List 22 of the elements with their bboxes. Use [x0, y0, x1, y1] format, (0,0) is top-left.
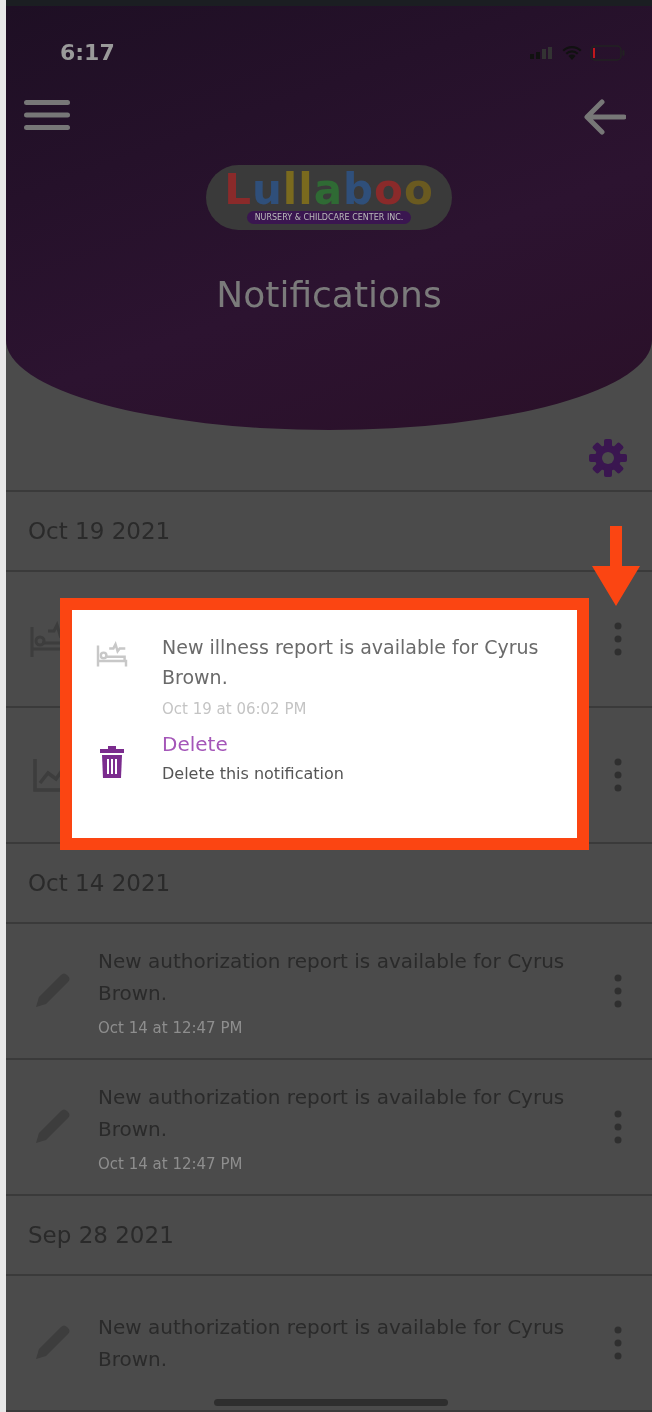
- more-options-icon[interactable]: [614, 1326, 622, 1360]
- logo-tagline: NURSERY & CHILDCARE CENTER INC.: [246, 211, 412, 224]
- notification-time: Oct 14 at 12:47 PM: [98, 1019, 244, 1037]
- signal-icon: [530, 46, 554, 59]
- settings-icon[interactable]: [588, 438, 628, 478]
- down-arrow-icon: [592, 526, 640, 606]
- page-title: Notifications: [216, 274, 442, 315]
- wifi-icon: [562, 45, 582, 60]
- delete-option[interactable]: Delete Delete this notification: [92, 732, 557, 783]
- delete-description: Delete this notification: [162, 764, 344, 783]
- back-arrow-icon[interactable]: [582, 99, 626, 135]
- menu-icon[interactable]: [24, 99, 70, 131]
- more-options-icon[interactable]: [614, 758, 622, 792]
- notification-message: New illness report is available for Cyrus Brown.: [162, 635, 540, 690]
- more-options-icon[interactable]: [614, 974, 622, 1008]
- battery-icon: [590, 44, 626, 61]
- notification-time: Oct 19 at 06:02 PM: [162, 700, 308, 718]
- status-time: 6:17: [60, 40, 115, 65]
- more-options-icon[interactable]: [614, 1110, 622, 1144]
- notification-time: Oct 14 at 12:47 PM: [98, 1155, 244, 1173]
- more-options-icon[interactable]: [614, 622, 622, 656]
- delete-label: Delete: [162, 732, 229, 756]
